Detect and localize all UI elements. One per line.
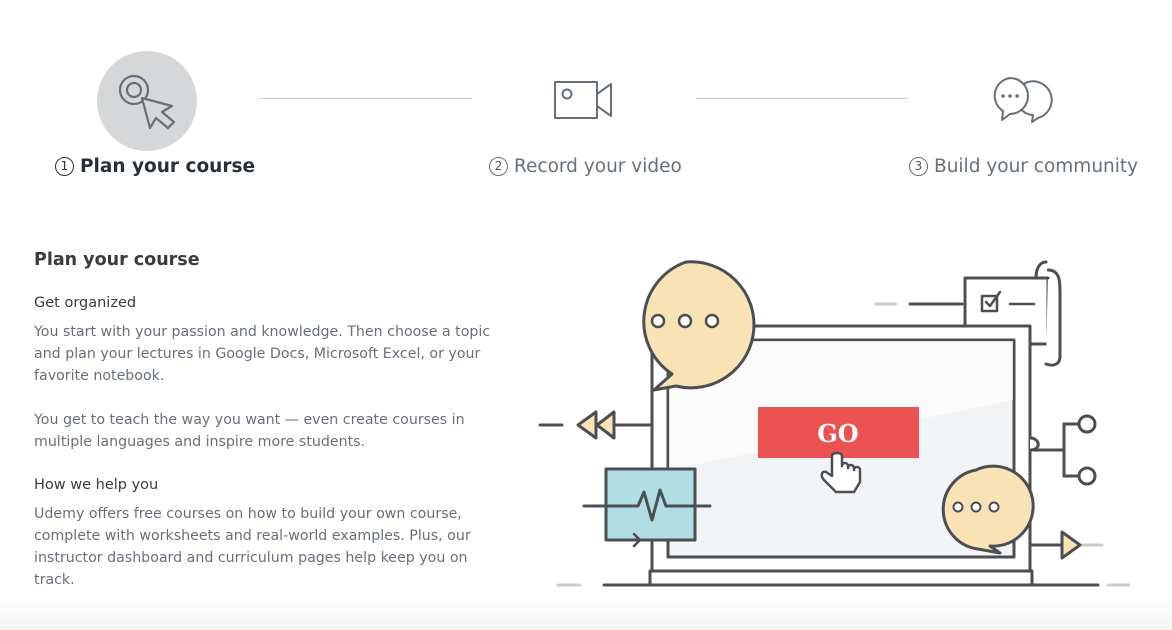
video-camera-icon bbox=[554, 81, 612, 119]
step-2-record-video[interactable]: 2 Record your video bbox=[489, 154, 682, 178]
section-heading-get-organized: Get organized bbox=[34, 295, 137, 311]
section-paragraph: You get to teach the way you want — even… bbox=[34, 412, 465, 450]
section-paragraph: You start with your passion and knowledg… bbox=[34, 324, 491, 384]
section-heading-how-we-help: How we help you bbox=[34, 477, 159, 493]
step-content-panel: Plan your course Get organized You start… bbox=[34, 247, 494, 591]
chat-bubbles-icon bbox=[993, 77, 1053, 123]
section-paragraph: Udemy offers free courses on how to buil… bbox=[34, 506, 471, 588]
cursor-click-icon bbox=[118, 74, 176, 130]
section-bottom-fade bbox=[0, 598, 1172, 630]
go-button-label: GO bbox=[817, 419, 858, 448]
step-1-label: Plan your course bbox=[80, 155, 256, 177]
step-2-number: 2 bbox=[489, 156, 508, 176]
step-connector-2 bbox=[696, 98, 908, 99]
step-3-number: 3 bbox=[909, 156, 928, 176]
step-connector-1 bbox=[259, 98, 472, 99]
step-3-build-community[interactable]: 3 Build your community bbox=[909, 154, 1138, 178]
step-1-plan-course[interactable]: 1 Plan your course bbox=[55, 154, 255, 178]
step-2-label: Record your video bbox=[514, 155, 682, 177]
content-title: Plan your course bbox=[34, 250, 200, 270]
laptop-illustration: GO bbox=[538, 260, 1130, 587]
step-3-label: Build your community bbox=[934, 155, 1139, 177]
step-1-number: 1 bbox=[55, 156, 74, 176]
